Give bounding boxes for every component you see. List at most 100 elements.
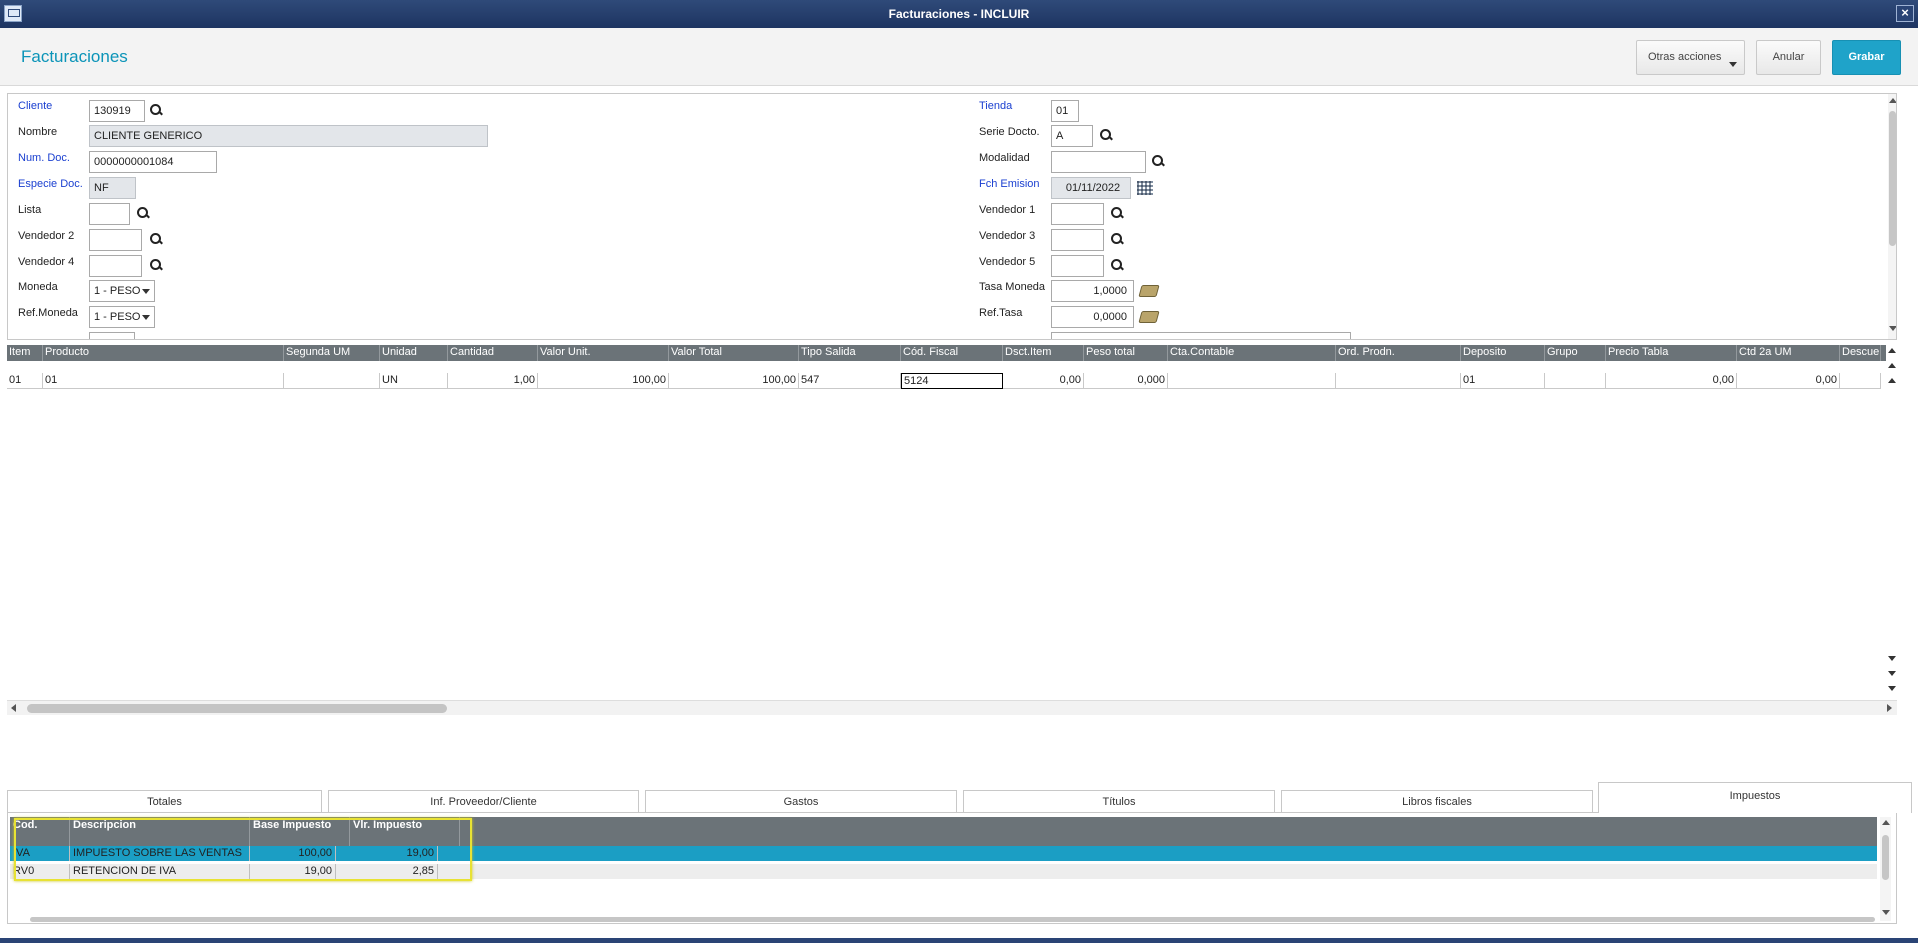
grid-scrollbar[interactable] <box>1886 345 1898 697</box>
cell-item[interactable]: 01 <box>7 373 43 389</box>
tab-impuestos[interactable]: Impuestos <box>1598 782 1912 813</box>
page-up-icon[interactable] <box>1888 363 1896 368</box>
items-grid-body[interactable] <box>7 389 1895 697</box>
cell-valor-total[interactable]: 100,00 <box>669 373 799 389</box>
scroll-up-icon[interactable] <box>1889 98 1896 103</box>
nombre-field[interactable]: CLIENTE GENERICO <box>89 125 488 147</box>
modalidad-search-icon[interactable] <box>1152 155 1166 169</box>
grabar-button[interactable]: Grabar <box>1832 40 1901 75</box>
cell-segunda-um[interactable] <box>284 373 380 389</box>
vendedor4-search-icon[interactable] <box>150 259 164 273</box>
tasa-moneda-field[interactable]: 1,0000 <box>1051 280 1134 302</box>
tab-libros-fiscales[interactable]: Libros fiscales <box>1281 790 1593 813</box>
cut-off-field[interactable] <box>1051 332 1351 339</box>
col-cantidad[interactable]: Cantidad <box>448 345 538 361</box>
vendedor1-search-icon[interactable] <box>1111 207 1125 221</box>
col-producto[interactable]: Producto <box>43 345 284 361</box>
lista-field[interactable] <box>89 203 130 225</box>
especie-doc-field[interactable]: NF <box>89 177 136 199</box>
col-item[interactable]: Item <box>7 345 43 361</box>
taxes-horizontal-scroll-thumb[interactable] <box>30 917 1875 922</box>
col-ctd-2a-um[interactable]: Ctd 2a UM <box>1737 345 1840 361</box>
vendedor5-search-icon[interactable] <box>1111 259 1125 273</box>
tab-totales[interactable]: Totales <box>7 790 322 813</box>
tab-inf-proveedor-cliente[interactable]: Inf. Proveedor/Cliente <box>328 790 639 813</box>
scroll-down-icon[interactable] <box>1889 326 1896 331</box>
vendedor2-field[interactable] <box>89 229 142 251</box>
horizontal-scroll-thumb[interactable] <box>27 704 447 713</box>
col-dsct-item[interactable]: Dsct.Item <box>1003 345 1084 361</box>
col-cod-fiscal[interactable]: Cód. Fiscal <box>901 345 1003 361</box>
cell-cta-contable[interactable] <box>1168 373 1336 389</box>
cell-ctd-2a-um[interactable]: 0,00 <box>1737 373 1840 389</box>
grid-horizontal-scrollbar[interactable] <box>7 700 1897 715</box>
scroll-right-icon[interactable] <box>1887 704 1892 712</box>
cell-deposito[interactable]: 01 <box>1461 373 1545 389</box>
form-scroll-thumb[interactable] <box>1889 111 1896 246</box>
close-window-button[interactable]: × <box>1896 5 1914 22</box>
taxes-scrollbar[interactable] <box>1880 817 1891 921</box>
scroll-up-icon[interactable] <box>1882 820 1890 825</box>
vendedor5-field[interactable] <box>1051 255 1104 277</box>
cell-producto[interactable]: 01 <box>43 373 284 389</box>
anular-button[interactable]: Anular <box>1756 40 1821 75</box>
tab-gastos[interactable]: Gastos <box>645 790 957 813</box>
col-grupo[interactable]: Grupo <box>1545 345 1606 361</box>
cell-grupo[interactable] <box>1545 373 1606 389</box>
col-valor-total[interactable]: Valor Total <box>669 345 799 361</box>
money-icon[interactable] <box>1138 285 1160 297</box>
cliente-search-icon[interactable] <box>150 104 164 118</box>
col-tipo-salida[interactable]: Tipo Salida <box>799 345 901 361</box>
moneda-select[interactable]: 1 - PESO <box>89 280 155 302</box>
tienda-field[interactable]: 01 <box>1051 100 1079 122</box>
cell-dsct-item[interactable]: 0,00 <box>1003 373 1084 389</box>
taxes-scroll-thumb[interactable] <box>1882 835 1889 880</box>
cell-cod-fiscal[interactable]: 5124 <box>901 373 1003 389</box>
cell-valor-unit[interactable]: 100,00 <box>538 373 669 389</box>
scroll-bottom-icon[interactable] <box>1888 686 1896 691</box>
cell-peso-total[interactable]: 0,000 <box>1084 373 1168 389</box>
calendar-icon[interactable] <box>1137 181 1153 195</box>
cliente-field[interactable]: 130919 <box>89 100 145 122</box>
scroll-down-icon[interactable] <box>1882 910 1890 915</box>
cell-unidad[interactable]: UN <box>380 373 448 389</box>
cell-cantidad[interactable]: 1,00 <box>448 373 538 389</box>
lista-search-icon[interactable] <box>137 207 151 221</box>
col-precio-tabla[interactable]: Precio Tabla <box>1606 345 1737 361</box>
vendedor2-search-icon[interactable] <box>150 233 164 247</box>
col-deposito[interactable]: Deposito <box>1461 345 1545 361</box>
fch-emision-field[interactable]: 01/11/2022 <box>1051 177 1131 199</box>
page-down-icon[interactable] <box>1888 671 1896 676</box>
ref-moneda-select[interactable]: 1 - PESO <box>89 306 155 328</box>
modalidad-field[interactable] <box>1051 151 1146 173</box>
scroll-up-icon[interactable] <box>1888 378 1896 383</box>
vendedor4-field[interactable] <box>89 255 142 277</box>
cell-ord-prodn[interactable] <box>1336 373 1461 389</box>
ref-tasa-field[interactable]: 0,0000 <box>1051 306 1134 328</box>
vendedor3-field[interactable] <box>1051 229 1104 251</box>
col-cta-contable[interactable]: Cta.Contable <box>1168 345 1336 361</box>
cell-tipo-salida[interactable]: 547 <box>799 373 901 389</box>
tab-titulos[interactable]: Títulos <box>963 790 1275 813</box>
col-unidad[interactable]: Unidad <box>380 345 448 361</box>
form-scrollbar[interactable] <box>1888 94 1896 339</box>
vendedor3-search-icon[interactable] <box>1111 233 1125 247</box>
col-descuento[interactable]: Descuento <box>1840 345 1881 361</box>
cut-off-field[interactable] <box>89 332 135 339</box>
serie-docto-field[interactable]: A <box>1051 125 1093 147</box>
serie-docto-search-icon[interactable] <box>1100 129 1114 143</box>
col-valor-unit[interactable]: Valor Unit. <box>538 345 669 361</box>
window-menu-icon[interactable] <box>4 5 22 22</box>
table-row[interactable]: 01 01 UN 1,00 100,00 100,00 547 5124 0,0… <box>7 373 1897 389</box>
num-doc-field[interactable]: 0000000001084 <box>89 151 217 173</box>
cell-precio-tabla[interactable]: 0,00 <box>1606 373 1737 389</box>
scroll-top-icon[interactable] <box>1888 348 1896 353</box>
scroll-left-icon[interactable] <box>11 704 16 712</box>
otras-acciones-button[interactable]: Otras acciones <box>1636 40 1745 75</box>
col-ord-prodn[interactable]: Ord. Prodn. <box>1336 345 1461 361</box>
cell-descuento[interactable] <box>1840 373 1881 389</box>
vendedor1-field[interactable] <box>1051 203 1104 225</box>
scroll-down-icon[interactable] <box>1888 656 1896 661</box>
money-icon[interactable] <box>1138 311 1160 323</box>
col-peso-total[interactable]: Peso total <box>1084 345 1168 361</box>
